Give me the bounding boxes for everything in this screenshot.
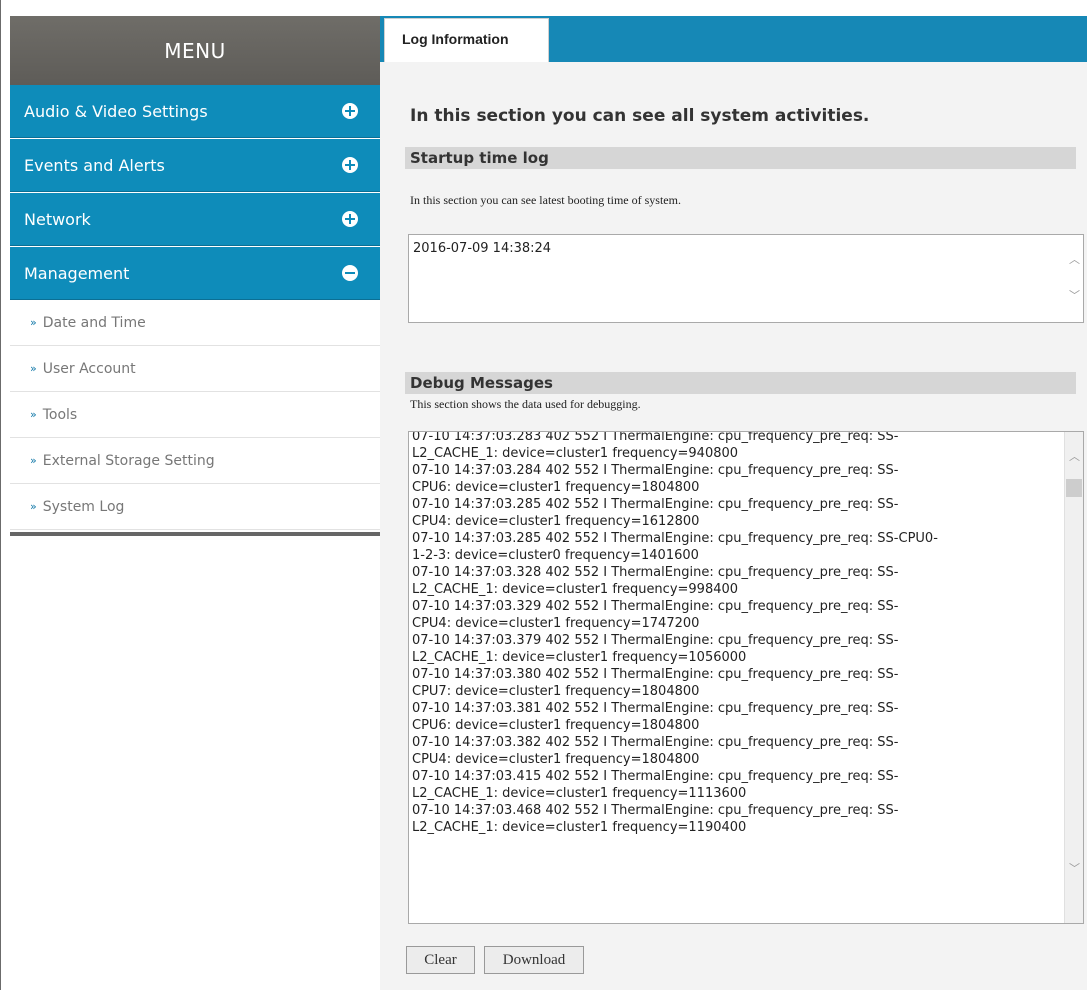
double-chevron-right-icon: »: [30, 362, 37, 375]
debug-line: L2_CACHE_1: device=cluster1 frequency=10…: [412, 650, 747, 665]
debug-line: 07-10 14:37:03.285 402 552 I ThermalEngi…: [412, 497, 899, 512]
debug-line: L2_CACHE_1: device=cluster1 frequency=11…: [412, 786, 747, 801]
scroll-up-arrow-icon[interactable]: ︿: [1069, 254, 1080, 265]
debug-line: 07-10 14:37:03.382 402 552 I ThermalEngi…: [412, 735, 899, 750]
clear-button[interactable]: Clear: [406, 946, 475, 974]
debug-line: CPU6: device=cluster1 frequency=1804800: [412, 718, 700, 733]
debug-line: L2_CACHE_1: device=cluster1 frequency=94…: [412, 446, 739, 461]
debug-messages-textarea[interactable]: 07-10 14:37:03.283 402 552 I ThermalEngi…: [408, 431, 1084, 924]
menu-divider: [10, 532, 380, 536]
double-chevron-right-icon: »: [30, 316, 37, 329]
debug-line: 07-10 14:37:03.415 402 552 I ThermalEngi…: [412, 769, 899, 784]
double-chevron-right-icon: »: [30, 500, 37, 513]
debug-line: L2_CACHE_1: device=cluster1 frequency=11…: [412, 820, 747, 835]
debug-line: 07-10 14:37:03.380 402 552 I ThermalEngi…: [412, 667, 899, 682]
debug-line: 07-10 14:37:03.283 402 552 I ThermalEngi…: [412, 431, 899, 444]
menu-item-external-storage[interactable]: » External Storage Setting: [10, 438, 380, 484]
menu-item-user-account[interactable]: » User Account: [10, 346, 380, 392]
debug-line: 07-10 14:37:03.284 402 552 I ThermalEngi…: [412, 463, 899, 478]
expand-plus-icon[interactable]: [342, 103, 358, 119]
debug-section-description: This section shows the data used for deb…: [410, 397, 641, 411]
debug-line: L2_CACHE_1: device=cluster1 frequency=99…: [412, 582, 739, 597]
debug-line: 07-10 14:37:03.285 402 552 I ThermalEngi…: [412, 531, 938, 546]
scroll-down-arrow-icon[interactable]: ﹀: [1069, 290, 1080, 301]
double-chevron-right-icon: »: [30, 408, 37, 421]
menu-item-system-log[interactable]: » System Log: [10, 484, 380, 530]
startup-section-title: Startup time log: [405, 147, 1076, 169]
startup-log-textarea[interactable]: 2016-07-09 14:38:24 ︿ ﹀: [408, 234, 1084, 323]
startup-time-value: 2016-07-09 14:38:24: [413, 241, 552, 256]
debug-scrollbar[interactable]: ︿ ﹀: [1064, 432, 1083, 923]
menu-item-label: System Log: [42, 498, 125, 515]
download-button[interactable]: Download: [484, 946, 584, 974]
menu-section-management[interactable]: Management: [10, 247, 380, 300]
menu-section-label: Events and Alerts: [24, 155, 165, 175]
menu-item-label: User Account: [42, 360, 136, 377]
debug-line: 07-10 14:37:03.328 402 552 I ThermalEngi…: [412, 565, 899, 580]
menu-section-network[interactable]: Network: [10, 193, 380, 246]
debug-line: CPU4: device=cluster1 frequency=1747200: [412, 616, 700, 631]
menu-section-audio-video[interactable]: Audio & Video Settings: [10, 85, 380, 138]
menu-section-label: Management: [24, 263, 130, 283]
debug-line: 07-10 14:37:03.468 402 552 I ThermalEngi…: [412, 803, 899, 818]
tab-log-information[interactable]: Log Information: [384, 18, 549, 62]
debug-line: 07-10 14:37:03.381 402 552 I ThermalEngi…: [412, 701, 899, 716]
debug-line: 1-2-3: device=cluster0 frequency=1401600: [412, 548, 699, 563]
startup-scrollbar[interactable]: ︿ ﹀: [1065, 235, 1083, 322]
menu-title: MENU: [10, 16, 380, 85]
page-intro: In this section you can see all system a…: [410, 106, 870, 126]
menu-section-label: Network: [24, 209, 91, 229]
debug-line: CPU4: device=cluster1 frequency=1804800: [412, 752, 700, 767]
debug-section-title: Debug Messages: [405, 372, 1076, 394]
debug-line: 07-10 14:37:03.379 402 552 I ThermalEngi…: [412, 633, 899, 648]
menu-item-tools[interactable]: » Tools: [10, 392, 380, 438]
scroll-up-arrow-icon[interactable]: ︿: [1069, 451, 1080, 462]
debug-line: 07-10 14:37:03.329 402 552 I ThermalEngi…: [412, 599, 899, 614]
double-chevron-right-icon: »: [30, 454, 37, 467]
menu-item-date-time[interactable]: » Date and Time: [10, 300, 380, 346]
expand-plus-icon[interactable]: [342, 157, 358, 173]
debug-line: CPU4: device=cluster1 frequency=1612800: [412, 514, 700, 529]
scroll-thumb[interactable]: [1066, 479, 1082, 497]
debug-line: CPU7: device=cluster1 frequency=1804800: [412, 684, 700, 699]
menu-section-label: Audio & Video Settings: [24, 101, 208, 121]
menu-section-events-alerts[interactable]: Events and Alerts: [10, 139, 380, 192]
menu-item-label: Tools: [42, 406, 78, 423]
menu-item-label: External Storage Setting: [42, 452, 215, 469]
collapse-minus-icon[interactable]: [342, 265, 358, 281]
debug-lines: 07-10 14:37:03.283 402 552 I ThermalEngi…: [412, 431, 1063, 836]
menu-item-label: Date and Time: [42, 314, 146, 331]
scroll-down-arrow-icon[interactable]: ﹀: [1069, 863, 1080, 874]
startup-section-description: In this section you can see latest booti…: [410, 193, 681, 207]
expand-plus-icon[interactable]: [342, 211, 358, 227]
debug-line: CPU6: device=cluster1 frequency=1804800: [412, 480, 700, 495]
